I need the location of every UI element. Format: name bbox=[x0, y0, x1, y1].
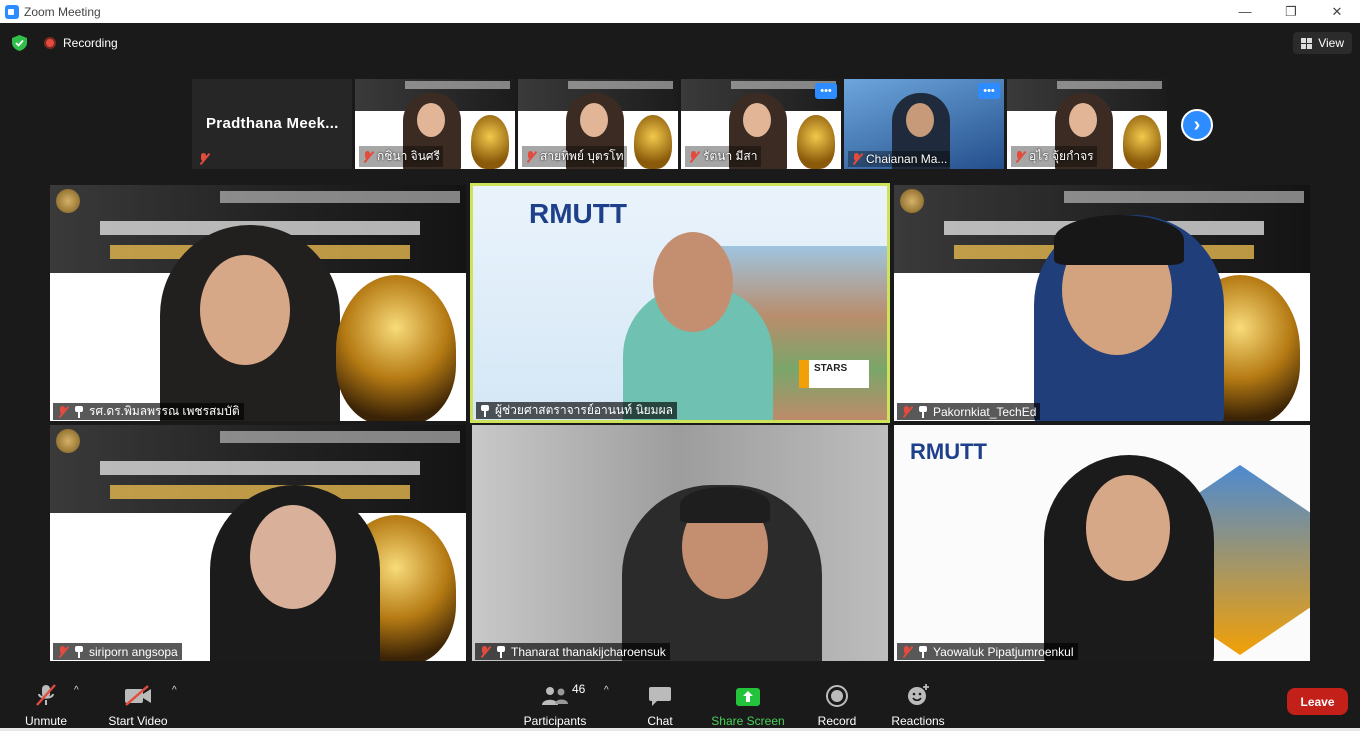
pin-icon bbox=[74, 405, 84, 418]
pin-icon bbox=[496, 645, 506, 658]
video-camera-off-icon bbox=[125, 685, 151, 706]
strip-thumbnail[interactable]: อุไร จุ้ยกำจร bbox=[1007, 79, 1167, 169]
participants-icon bbox=[542, 687, 568, 705]
meeting-toolbar: Unmute ^ Start Video ^ Participants 46 ^ bbox=[0, 671, 1360, 731]
participant-name: รศ.ดร.พิมลพรรณ เพชรสมบัติ bbox=[89, 404, 240, 418]
unmute-label: Unmute bbox=[24, 714, 68, 728]
view-label: View bbox=[1318, 36, 1344, 50]
chat-button[interactable]: Chat bbox=[640, 671, 680, 731]
zoom-app-icon bbox=[5, 4, 19, 19]
window-title: Zoom Meeting bbox=[24, 4, 101, 19]
grid-view-icon bbox=[1301, 37, 1313, 49]
pin-icon bbox=[918, 405, 928, 418]
start-video-button[interactable]: Start Video bbox=[106, 671, 170, 731]
mic-muted-icon bbox=[479, 645, 491, 658]
participants-label: Participants bbox=[523, 714, 587, 728]
mic-muted-icon bbox=[198, 153, 210, 165]
share-screen-icon bbox=[736, 688, 760, 706]
security-shield-icon[interactable] bbox=[12, 35, 27, 51]
record-icon bbox=[826, 685, 848, 707]
recording-indicator[interactable]: Recording bbox=[44, 36, 118, 50]
recording-dot-icon bbox=[44, 37, 56, 49]
view-button[interactable]: View bbox=[1293, 32, 1352, 54]
reactions-icon bbox=[908, 684, 929, 705]
start-video-label: Start Video bbox=[108, 714, 168, 728]
minimize-button[interactable]: — bbox=[1222, 0, 1268, 23]
rmutt-logo: RMUTT bbox=[529, 198, 627, 229]
video-tile[interactable]: RMUTT Yaowaluk Pipatjumroenkul bbox=[894, 425, 1310, 661]
record-label: Record bbox=[817, 714, 857, 728]
participant-name: ผู้ช่วยศาสตราจารย์อานนท์ นิยมผล bbox=[495, 403, 673, 417]
mic-muted-icon bbox=[57, 405, 69, 418]
thumbnail-name: อุไร จุ้ยกำจร bbox=[1029, 149, 1094, 163]
next-page-chevron-icon[interactable]: › bbox=[1181, 109, 1213, 141]
audio-options-caret-icon[interactable]: ^ bbox=[74, 685, 79, 696]
thumbnail-name: รัตนา มีสา bbox=[703, 149, 758, 163]
mic-muted-icon bbox=[901, 405, 913, 418]
unmute-button[interactable]: Unmute bbox=[20, 671, 72, 731]
mic-muted-icon bbox=[688, 150, 700, 163]
video-options-caret-icon[interactable]: ^ bbox=[172, 685, 177, 696]
share-screen-button[interactable]: Share Screen bbox=[710, 671, 786, 731]
reactions-label: Reactions bbox=[891, 714, 945, 728]
video-tile[interactable]: siriporn angsopa bbox=[50, 425, 466, 661]
stars-badge: STARS bbox=[799, 360, 869, 388]
more-options-icon[interactable]: ••• bbox=[978, 83, 1000, 99]
recording-label: Recording bbox=[63, 36, 118, 50]
strip-active-speaker[interactable]: Pradthana Meek... bbox=[192, 79, 352, 169]
participants-button[interactable]: Participants bbox=[522, 671, 588, 731]
record-button[interactable]: Record bbox=[814, 671, 860, 731]
mic-muted-icon bbox=[851, 153, 863, 165]
active-speaker-tile[interactable]: RMUTT STARS ผู้ช่วยศาสตราจารย์อานนท์ นิย… bbox=[470, 183, 890, 423]
pin-icon bbox=[74, 645, 84, 658]
pin-icon bbox=[918, 645, 928, 658]
share-screen-label: Share Screen bbox=[711, 714, 785, 728]
more-options-icon[interactable]: ••• bbox=[815, 83, 837, 99]
participants-options-caret-icon[interactable]: ^ bbox=[604, 685, 609, 696]
thumbnail-name: Chaianan Ma... bbox=[866, 152, 948, 166]
mic-muted-icon bbox=[1014, 150, 1026, 163]
microphone-muted-icon bbox=[36, 684, 56, 706]
restore-button[interactable]: ❐ bbox=[1268, 0, 1314, 23]
pin-icon bbox=[480, 404, 490, 417]
mic-muted-icon bbox=[57, 645, 69, 658]
chat-label: Chat bbox=[647, 714, 673, 728]
strip-thumbnail[interactable]: ••• Chaianan Ma... bbox=[844, 79, 1004, 169]
participant-name: siriporn angsopa bbox=[89, 644, 178, 659]
video-tile[interactable]: Pakornkiat_TechEd bbox=[894, 185, 1310, 421]
strip-thumbnail[interactable]: ••• รัตนา มีสา bbox=[681, 79, 841, 169]
mic-muted-icon bbox=[525, 150, 537, 163]
meeting-top-bar: Recording View bbox=[0, 23, 1360, 63]
mic-muted-icon bbox=[901, 645, 913, 658]
thumbnail-name: กชินา จินศรี bbox=[377, 149, 440, 163]
participant-name: Pakornkiat_TechEd bbox=[933, 404, 1037, 419]
rmutt-logo: RMUTT bbox=[910, 439, 987, 464]
participant-name: Yaowaluk Pipatjumroenkul bbox=[933, 644, 1074, 659]
video-tile[interactable]: รศ.ดร.พิมลพรรณ เพชรสมบัติ bbox=[50, 185, 466, 421]
leave-button[interactable]: Leave bbox=[1287, 688, 1348, 715]
strip-active-speaker-name: Pradthana Meek... bbox=[206, 115, 339, 132]
participant-name: Thanarat thanakijcharoensuk bbox=[511, 644, 666, 659]
mic-muted-icon bbox=[362, 150, 374, 163]
strip-thumbnail[interactable]: กชินา จินศรี bbox=[355, 79, 515, 169]
participant-count: 46 bbox=[572, 682, 586, 696]
title-bar: Zoom Meeting — ❐ ✕ bbox=[0, 0, 1360, 23]
close-button[interactable]: ✕ bbox=[1314, 0, 1360, 23]
strip-thumbnail[interactable]: สายทิพย์ บุตรโท bbox=[518, 79, 678, 169]
chat-icon bbox=[649, 687, 671, 706]
thumbnail-name: สายทิพย์ บุตรโท bbox=[540, 149, 624, 163]
video-tile[interactable]: Thanarat thanakijcharoensuk bbox=[472, 425, 888, 661]
participant-strip: Pradthana Meek... กชินา จินศรี สายทิพย์ … bbox=[192, 79, 1167, 169]
reactions-button[interactable]: Reactions bbox=[888, 671, 948, 731]
